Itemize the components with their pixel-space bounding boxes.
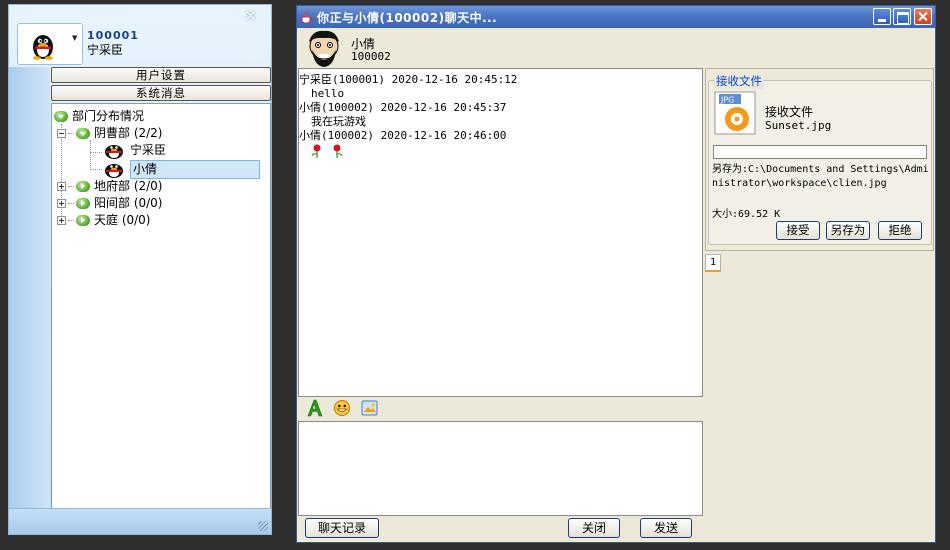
status-dropdown-icon[interactable]: ▼: [72, 34, 77, 42]
tree-connector: [90, 169, 102, 170]
file-group-title: 接收文件: [714, 73, 764, 89]
department-tree: 部门分布情况 阴曹部 (2/2) 宁采臣 小倩 地府部 (2/0) 阳间部 (0…: [51, 103, 271, 509]
my-user-name: 宁采臣: [87, 43, 124, 57]
expanded-group-icon: [54, 111, 68, 122]
member-avatar-icon: [105, 163, 123, 178]
panel-close-icon[interactable]: ✕: [244, 7, 257, 25]
expand-toggle-icon[interactable]: [57, 216, 66, 225]
close-chat-button[interactable]: 关闭: [568, 518, 620, 538]
tree-dept-yangjian[interactable]: 阳间部 (0/0): [57, 195, 163, 212]
side-strip: [9, 67, 50, 508]
message-body: hello: [311, 87, 345, 100]
contact-list-panel: ✕ ▼ 100001 宁采臣 用户设置 系统消息 部门分布情况 阴曹部 (2/2…: [8, 4, 272, 535]
collapsed-group-icon: [76, 181, 90, 192]
expand-toggle-icon[interactable]: [57, 199, 66, 208]
system-messages-button[interactable]: 系统消息: [51, 85, 271, 101]
receive-file-group: 接收文件 JPG 接收文件 Sunset.jpg 另存为:C:\Document…: [708, 73, 932, 245]
message-header: 小倩(100002) 2020-12-16 20:45:37: [299, 101, 507, 114]
tree-member-ningcaichen[interactable]: 宁采臣: [102, 142, 166, 159]
message-header: 小倩(100002) 2020-12-16 20:46:00: [299, 129, 507, 142]
jpg-file-icon: JPG: [714, 91, 756, 135]
file-transfer-panel: 接收文件 JPG 接收文件 Sunset.jpg 另存为:C:\Document…: [705, 68, 934, 251]
tree-member-xiaoqian[interactable]: 小倩: [102, 160, 260, 179]
file-caption: 接收文件: [765, 105, 814, 119]
expand-toggle-icon[interactable]: [57, 182, 66, 191]
window-close-button[interactable]: [914, 8, 932, 25]
transfer-progress-bar: [713, 145, 927, 159]
expanded-group-icon: [76, 128, 90, 139]
tree-root[interactable]: 部门分布情况: [54, 108, 144, 125]
reject-file-button[interactable]: 拒绝: [878, 221, 922, 240]
contact-id: 100002: [351, 50, 391, 63]
my-avatar-box[interactable]: ▼: [17, 23, 83, 65]
tree-connector: [90, 152, 102, 153]
tree-dept-label: 阳间部 (0/0): [94, 196, 163, 210]
resize-grip-icon[interactable]: [258, 521, 268, 531]
tree-dept-difu[interactable]: 地府部 (2/0): [57, 178, 163, 195]
tree-dept-yincao[interactable]: 阴曹部 (2/2): [57, 125, 163, 142]
chat-window: 你正与小倩(100002)聊天中... 小倩 100002 宁采臣(100001…: [296, 5, 936, 543]
file-type-badge: JPG: [720, 96, 734, 105]
file-name: Sunset.jpg: [765, 119, 832, 132]
collapsed-group-icon: [76, 198, 90, 209]
save-as-button[interactable]: 另存为: [826, 221, 870, 240]
member-avatar-icon: [105, 144, 123, 159]
tree-root-label: 部门分布情况: [72, 109, 145, 123]
file-tab[interactable]: 1: [705, 254, 721, 272]
tree-connector: [90, 140, 91, 170]
font-icon[interactable]: [307, 399, 323, 417]
image-icon[interactable]: [361, 399, 379, 417]
maximize-button[interactable]: [893, 8, 911, 25]
java-cup-icon: [301, 10, 314, 24]
send-button[interactable]: 发送: [640, 518, 692, 538]
tree-dept-label: 地府部 (2/0): [94, 179, 163, 193]
member-name: 宁采臣: [130, 143, 167, 157]
collapse-toggle-icon[interactable]: [57, 129, 66, 138]
tree-dept-label: 天庭 (0/0): [94, 213, 151, 227]
accept-file-button[interactable]: 接受: [776, 221, 820, 240]
user-settings-button[interactable]: 用户设置: [51, 67, 271, 83]
message-history[interactable]: 宁采臣(100001) 2020-12-16 20:45:12 hello 小倩…: [298, 68, 703, 397]
qq-penguin-avatar-icon: [33, 35, 53, 60]
window-title: 你正与小倩(100002)聊天中...: [317, 11, 498, 25]
message-body: 我在玩游戏: [311, 115, 366, 128]
message-input[interactable]: [298, 421, 703, 516]
file-size-text: 大小:69.52 K: [712, 209, 781, 220]
panel-status-bar: [9, 508, 271, 534]
message-header: 宁采臣(100001) 2020-12-16 20:45:12: [299, 73, 518, 86]
rose-emoticon-icon: [311, 144, 343, 158]
window-titlebar[interactable]: 你正与小倩(100002)聊天中...: [297, 6, 935, 28]
contact-avatar-icon[interactable]: [304, 30, 344, 68]
chat-log-button[interactable]: 聊天记录: [305, 518, 379, 538]
tree-dept-tianting[interactable]: 天庭 (0/0): [57, 212, 151, 229]
message-emoticon: [299, 143, 702, 163]
tree-dept-label: 阴曹部 (2/2): [94, 126, 163, 140]
emoji-icon[interactable]: [333, 399, 351, 417]
save-path-text: 另存为:C:\Documents and Settings\Administra…: [712, 164, 929, 189]
minimize-button[interactable]: [873, 8, 891, 25]
collapsed-group-icon: [76, 215, 90, 226]
member-name: 小倩: [130, 160, 260, 179]
